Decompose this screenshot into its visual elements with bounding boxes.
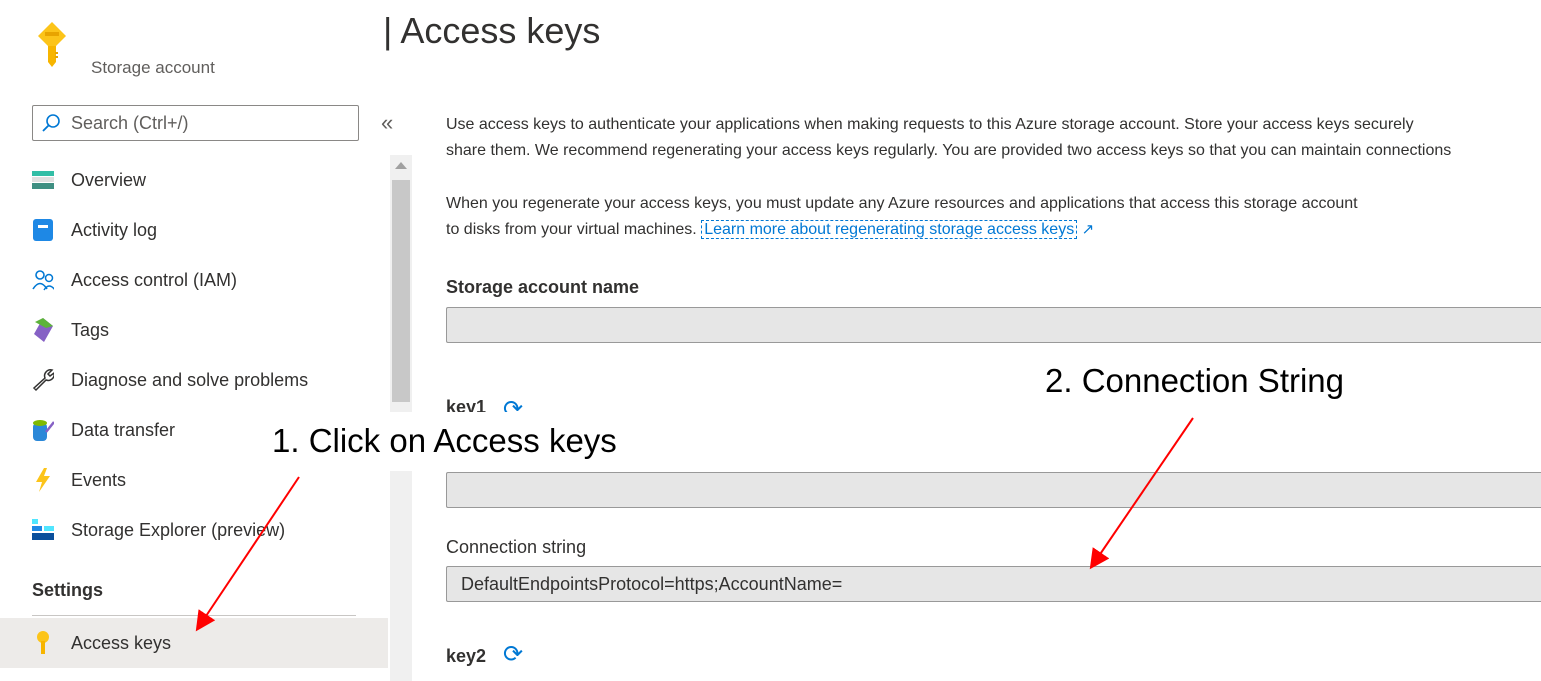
annotation-arrows bbox=[195, 417, 1194, 632]
arrow-to-access-keys bbox=[195, 476, 300, 632]
arrow-to-connection-string bbox=[1089, 417, 1194, 570]
